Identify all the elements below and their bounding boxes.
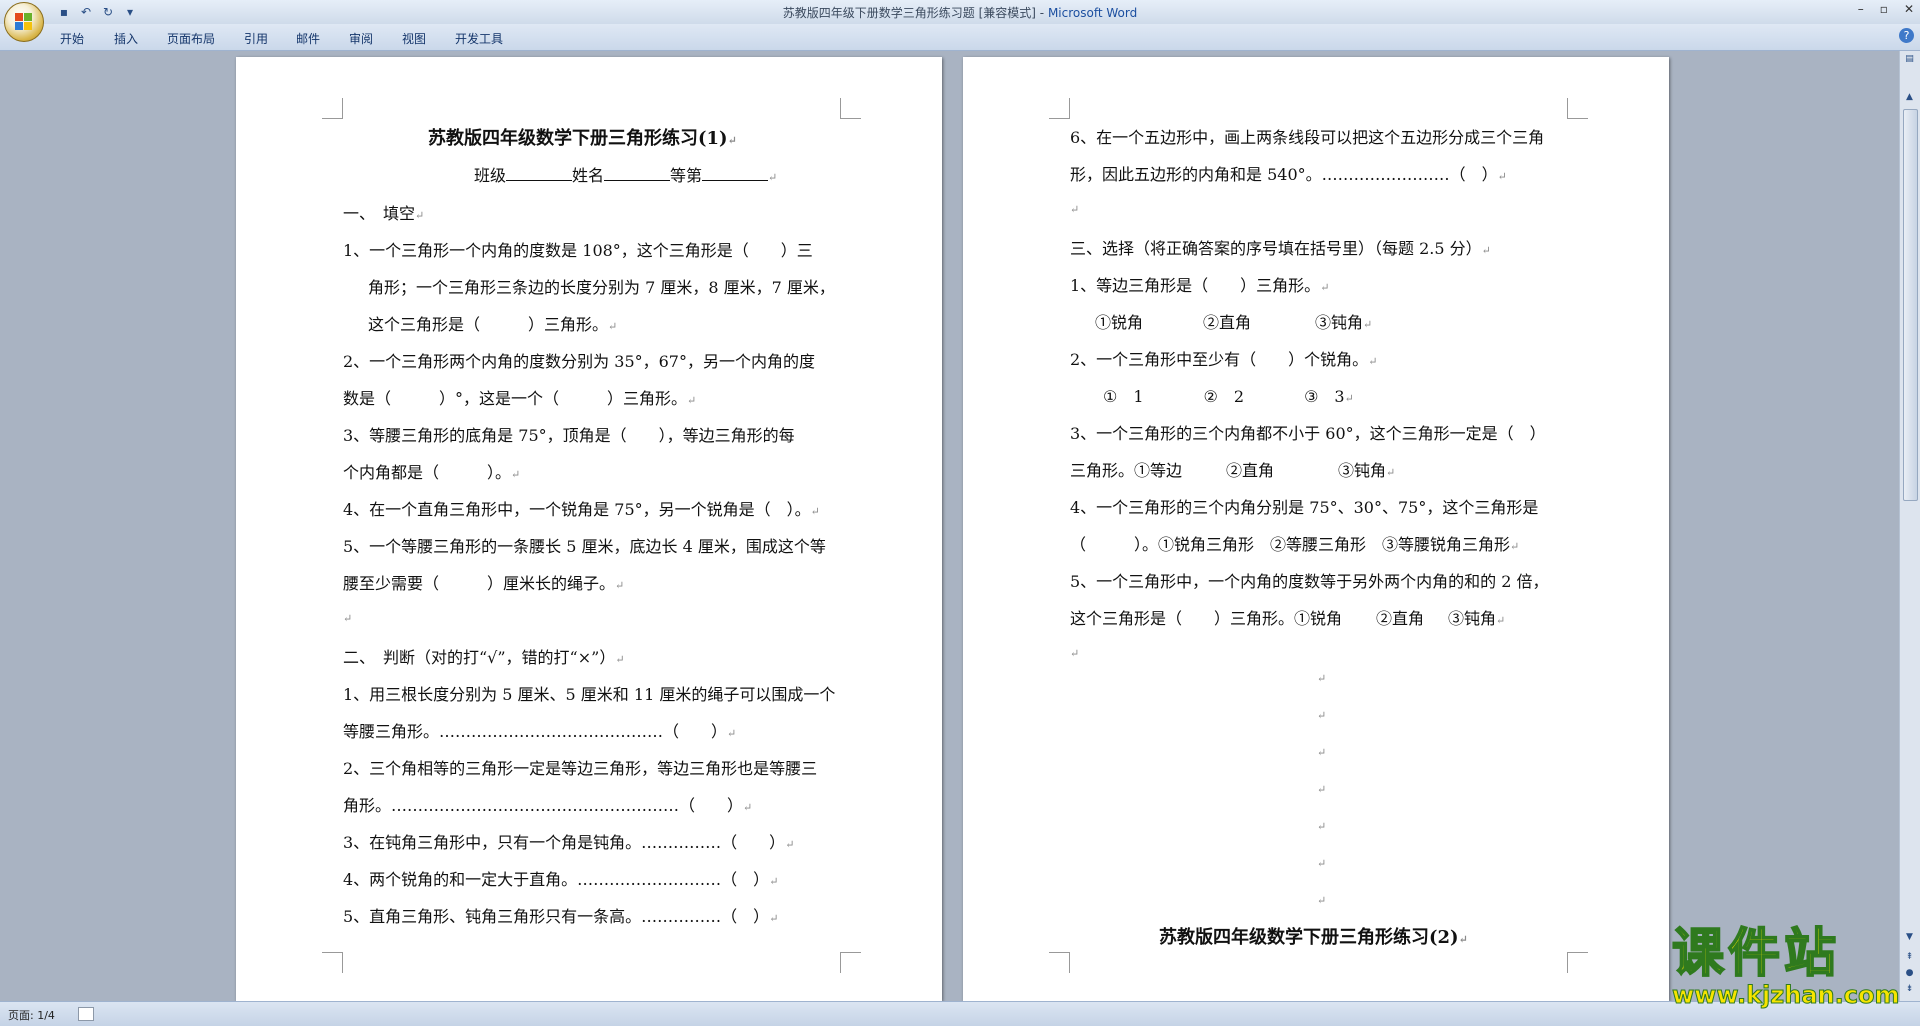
question-line: 数是（ ）°，这是一个（ ）三角形。↵ — [343, 389, 697, 408]
question-line: 1、等边三角形是（ ）三角形。↵ — [1070, 276, 1330, 295]
crop-mark — [1049, 952, 1070, 973]
help-icon[interactable]: ? — [1899, 28, 1914, 43]
question-line: 角形。………………………………………………（ ）↵ — [343, 796, 753, 815]
scroll-down-icon[interactable]: ▼ — [1903, 931, 1916, 943]
question-line: 腰至少需要（ ）厘米长的绳子。↵ — [343, 574, 625, 593]
minimize-icon[interactable]: – — [1858, 2, 1864, 16]
window-title: 苏教版四年级下册数学三角形练习题 [兼容模式] - Microsoft Word — [782, 6, 1138, 20]
empty-paragraph: ↵ — [1317, 746, 1327, 759]
watermark-big: 课件站 — [1671, 924, 1841, 984]
crop-mark — [1567, 98, 1588, 119]
crop-mark — [1049, 98, 1070, 119]
close-icon[interactable]: ✕ — [1904, 2, 1914, 16]
empty-paragraph: ↵ — [343, 612, 353, 625]
ruler-toggle-icon[interactable]: ▤ — [1903, 53, 1916, 65]
crop-mark — [1567, 952, 1588, 973]
question-line: 这个三角形是（ ）三角形。↵ — [368, 315, 618, 334]
crop-mark — [840, 98, 861, 119]
empty-paragraph: ↵ — [1317, 783, 1327, 796]
watermark-url: www.kjzhan.com — [1672, 981, 1900, 1009]
tab-home[interactable]: 开始 — [60, 30, 84, 47]
tab-review[interactable]: 审阅 — [349, 30, 373, 47]
scroll-up-icon[interactable]: ▲ — [1903, 91, 1916, 103]
grade-blank — [702, 166, 769, 181]
question-line: 2、一个三角形两个内角的度数分别为 35°，67°，另一个内角的度 — [343, 352, 815, 371]
question-line: （ ）。①锐角三角形 ②等腰三角形 ③等腰锐角三角形↵ — [1070, 535, 1520, 554]
section-heading: 三、选择（将正确答案的序号填在括号里）（每题 2.5 分）↵ — [1070, 239, 1491, 258]
question-line: 4、两个锐角的和一定大于直角。………………………（ ）↵ — [343, 870, 779, 889]
question-line: 1、一个三角形一个内角的度数是 108°，这个三角形是（ ）三 — [343, 241, 813, 260]
empty-paragraph: ↵ — [1317, 820, 1327, 833]
page-indicator[interactable]: 页面: 1/4 — [8, 1007, 55, 1023]
tab-page-layout[interactable]: 页面布局 — [167, 30, 215, 47]
next-page-icon[interactable]: ⇟ — [1903, 983, 1916, 995]
page-2[interactable]: 6、在一个五边形中，画上两条线段可以把这个五边形分成三个三角 形，因此五边形的内… — [963, 57, 1669, 1001]
question-line: 5、一个等腰三角形的一条腰长 5 厘米，底边长 4 厘米，围成这个等 — [343, 537, 826, 556]
question-line: 这个三角形是（ ）三角形。①锐角 ②直角 ③钝角↵ — [1070, 609, 1506, 628]
tab-references[interactable]: 引用 — [244, 30, 268, 47]
question-line: 6、在一个五边形中，画上两条线段可以把这个五边形分成三个三角 — [1070, 128, 1545, 147]
question-line: 三角形。①等边 ②直角 ③钝角↵ — [1070, 461, 1396, 480]
tab-mailings[interactable]: 邮件 — [296, 30, 320, 47]
class-blank — [506, 166, 573, 181]
empty-paragraph: ↵ — [1070, 647, 1080, 660]
previous-page-icon[interactable]: ⇞ — [1903, 951, 1916, 963]
question-line: 1、用三根长度分别为 5 厘米、5 厘米和 11 厘米的绳子可以围成一个 — [343, 685, 836, 704]
tab-developer[interactable]: 开发工具 — [455, 30, 503, 47]
page-1[interactable]: 苏教版四年级数学下册三角形练习(1)↵ 班级 姓名 等第 ↵ 一、 填空↵ 1、一个三… — [236, 57, 942, 1001]
page-title-2: 苏教版四年级数学下册三角形练习(2)↵ — [1159, 927, 1468, 948]
name-label: 姓名 — [572, 166, 605, 185]
question-line: 3、在钝角三角形中，只有一个角是钝角。……………（ ）↵ — [343, 833, 795, 852]
question-line: 形，因此五边形的内角和是 540°。……………………（ ）↵ — [1070, 165, 1507, 184]
empty-paragraph: ↵ — [1317, 857, 1327, 870]
question-line: 5、直角三角形、钝角三角形只有一条高。……………（ ）↵ — [343, 907, 779, 926]
question-line: 角形；一个三角形三条边的长度分别为 7 厘米，8 厘米，7 厘米， — [368, 278, 835, 297]
crop-mark — [322, 952, 343, 973]
browse-object-icon[interactable]: ● — [1903, 967, 1916, 979]
crop-mark — [840, 952, 861, 973]
empty-paragraph: ↵ — [1317, 894, 1327, 907]
section-heading: 二、 判断（对的打“√”，错的打“×”）↵ — [343, 648, 625, 667]
name-blank — [604, 166, 671, 181]
document-workspace: 苏教版四年级数学下册三角形练习(1)↵ 班级 姓名 等第 ↵ 一、 填空↵ 1、一个三… — [0, 51, 1900, 1001]
question-line: 5、一个三角形中，一个内角的度数等于另外两个内角的和的 2 倍， — [1070, 572, 1549, 591]
question-line: 2、一个三角形中至少有（ ）个锐角。↵ — [1070, 350, 1378, 369]
tab-view[interactable]: 视图 — [402, 30, 426, 47]
header-fields: 班级 姓名 等第 ↵ — [474, 166, 778, 185]
question-line: 3、一个三角形的三个内角都不小于 60°，这个三角形一定是（ ） — [1070, 424, 1546, 443]
ribbon-tabs: 开始 插入 页面布局 引用 邮件 审阅 视图 开发工具 ? — [0, 24, 1920, 51]
empty-paragraph: ↵ — [1317, 709, 1327, 722]
option-row: ①锐角 ②直角 ③钝角↵ — [1095, 313, 1373, 332]
page-title: 苏教版四年级数学下册三角形练习(1)↵ — [428, 128, 737, 149]
status-bar: 页面: 1/4 — [0, 1001, 1920, 1026]
macro-record-icon[interactable] — [78, 1007, 94, 1021]
tab-insert[interactable]: 插入 — [114, 30, 138, 47]
title-bar: ▪ ↶ ↻ ▾ 苏教版四年级下册数学三角形练习题 [兼容模式] - Micros… — [0, 0, 1920, 24]
grade-label: 等第 — [670, 166, 703, 185]
maximize-icon[interactable]: ▫ — [1880, 2, 1888, 16]
question-line: 2、三个角相等的三角形一定是等边三角形，等边三角形也是等腰三 — [343, 759, 818, 778]
question-line: 个内角都是（ ）。↵ — [343, 463, 521, 482]
question-line: 4、一个三角形的三个内角分别是 75°、30°、75°，这个三角形是 — [1070, 498, 1539, 517]
empty-paragraph: ↵ — [1070, 203, 1080, 216]
scroll-thumb[interactable] — [1903, 109, 1918, 501]
question-line: 等腰三角形。……………………………………（ ）↵ — [343, 722, 737, 741]
empty-paragraph: ↵ — [1317, 672, 1327, 685]
class-label: 班级 — [474, 166, 507, 185]
watermark: 课件站 www.kjzhan.com — [1671, 924, 1902, 1014]
document-name: 苏教版四年级下册数学三角形练习题 [兼容模式] — [782, 6, 1036, 20]
section-heading: 一、 填空↵ — [343, 204, 425, 223]
question-line: 3、等腰三角形的底角是 75°，顶角是（ ），等边三角形的每 — [343, 426, 795, 445]
crop-mark — [322, 98, 343, 119]
office-button[interactable] — [4, 2, 44, 42]
window-controls: – ▫ ✕ — [1858, 2, 1914, 16]
office-logo-icon — [15, 13, 33, 31]
option-row: ① 1② 2③ 3↵ — [1103, 387, 1354, 406]
question-line: 4、在一个直角三角形中，一个锐角是 75°，另一个锐角是（ ）。↵ — [343, 500, 820, 519]
vertical-scrollbar[interactable]: ▤ ▲ ▼ ⇞ ● ⇟ — [1899, 51, 1920, 1001]
app-name: Microsoft Word — [1047, 6, 1138, 20]
